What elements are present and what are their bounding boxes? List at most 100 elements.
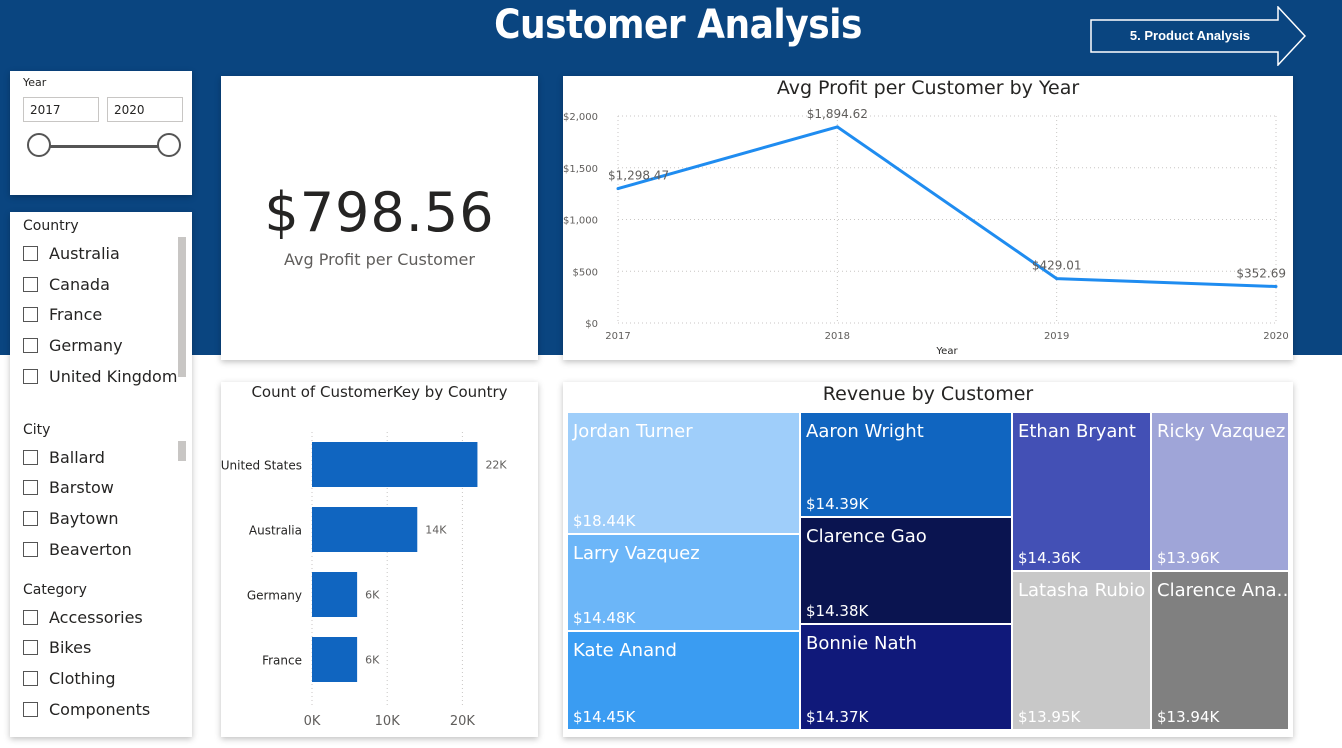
checkbox-icon bbox=[23, 510, 38, 526]
country-slicer-title: Country bbox=[23, 218, 79, 234]
product-analysis-nav-button[interactable]: 5. Product Analysis bbox=[1090, 6, 1306, 66]
city-option[interactable]: Ballard bbox=[23, 446, 105, 468]
data-label: $1,894.62 bbox=[807, 107, 868, 121]
treemap-tile-name: Latasha Rubio bbox=[1018, 580, 1146, 601]
category-slicer-title: Category bbox=[23, 582, 87, 598]
category-label: Germany bbox=[247, 589, 302, 603]
kpi-label: Avg Profit per Customer bbox=[284, 250, 475, 269]
treemap-title: Revenue by Customer bbox=[822, 383, 1034, 405]
x-tick-label: 10K bbox=[375, 714, 401, 729]
treemap-tile[interactable]: Jordan Turner $18.44K bbox=[567, 412, 800, 534]
page-title: Customer Analysis bbox=[494, 2, 862, 48]
nav-button-label: 5. Product Analysis bbox=[1129, 28, 1251, 43]
x-tick-label: 0K bbox=[304, 714, 321, 729]
checkbox-icon bbox=[23, 245, 38, 261]
country-option[interactable]: Germany bbox=[23, 334, 123, 356]
country-option[interactable]: Canada bbox=[23, 273, 110, 295]
treemap-tile[interactable]: Kate Anand $14.45K bbox=[567, 631, 800, 730]
checkbox-icon bbox=[23, 670, 38, 686]
treemap-tile-name: Ethan Bryant bbox=[1018, 421, 1136, 442]
treemap-tile[interactable]: Latasha Rubio $13.95K bbox=[1012, 571, 1151, 730]
treemap-tile-value: $14.37K bbox=[806, 708, 869, 726]
year-end-input[interactable]: 2020 bbox=[107, 97, 183, 122]
x-axis-title: Year bbox=[935, 346, 958, 357]
treemap-tile[interactable]: Ricky Vazquez $13.96K bbox=[1151, 412, 1289, 571]
category-label: France bbox=[262, 654, 302, 668]
treemap-tile-name: Aaron Wright bbox=[806, 421, 924, 442]
treemap-tile[interactable]: Ethan Bryant $14.36K bbox=[1012, 412, 1151, 571]
treemap-tile-value: $13.95K bbox=[1018, 708, 1081, 726]
data-label: $429.01 bbox=[1032, 259, 1082, 273]
treemap-tile[interactable]: Clarence Ana… $13.94K bbox=[1151, 571, 1289, 730]
bar bbox=[312, 637, 358, 682]
treemap-tile[interactable]: Aaron Wright $14.39K bbox=[800, 412, 1012, 517]
year-slicer-label: Year bbox=[23, 76, 47, 89]
y-tick-label: $500 bbox=[573, 267, 598, 278]
y-tick-label: $0 bbox=[585, 319, 598, 330]
category-option[interactable]: Accessories bbox=[23, 606, 143, 628]
treemap-tile-value: $18.44K bbox=[573, 512, 636, 530]
x-tick-label: 2017 bbox=[605, 331, 630, 342]
city-option[interactable]: Beaverton bbox=[23, 538, 132, 560]
country-option[interactable]: Australia bbox=[23, 242, 120, 264]
checkbox-icon bbox=[23, 479, 38, 495]
bar bbox=[312, 442, 478, 487]
line-chart-card: Avg Profit per Customer by Year $0 $500 $1… bbox=[563, 76, 1293, 360]
category-option[interactable]: Clothing bbox=[23, 667, 116, 689]
data-point bbox=[835, 125, 839, 129]
checkbox-icon bbox=[23, 306, 38, 322]
category-option[interactable]: Components bbox=[23, 698, 150, 720]
year-start-input[interactable]: 2017 bbox=[23, 97, 99, 122]
treemap-tile-value: $13.96K bbox=[1157, 549, 1220, 567]
category-label: Australia bbox=[249, 524, 302, 538]
kpi-card: $798.56 Avg Profit per Customer bbox=[221, 76, 538, 360]
checkbox-icon bbox=[23, 449, 38, 465]
data-label: 6K bbox=[365, 589, 380, 602]
y-tick-label: $2,000 bbox=[563, 112, 598, 123]
checkbox-icon bbox=[23, 639, 38, 655]
city-option[interactable]: Barstow bbox=[23, 476, 114, 498]
y-tick-label: $1,500 bbox=[563, 164, 598, 175]
x-tick-label: 2018 bbox=[825, 331, 850, 342]
data-label: $352.69 bbox=[1236, 266, 1286, 280]
treemap-tile-value: $13.94K bbox=[1157, 708, 1220, 726]
checkbox-icon bbox=[23, 541, 38, 557]
year-slicer: Year 2017 2020 bbox=[10, 71, 192, 195]
treemap-tile-name: Kate Anand bbox=[573, 640, 677, 661]
treemap-tile[interactable]: Bonnie Nath $14.37K bbox=[800, 624, 1012, 730]
data-point bbox=[616, 187, 620, 191]
checkbox-icon bbox=[23, 276, 38, 292]
series-line bbox=[617, 125, 1277, 288]
country-option[interactable]: United Kingdom bbox=[23, 365, 177, 387]
year-slider-end-handle[interactable] bbox=[157, 133, 181, 157]
treemap-tile[interactable]: Clarence Gao $14.38K bbox=[800, 517, 1012, 624]
checkbox-icon bbox=[23, 368, 38, 384]
bar-chart[interactable]: 0K 10K 20K United States 22K Australia 14K Germ… bbox=[221, 382, 538, 737]
data-label: $1,298.47 bbox=[608, 169, 669, 183]
x-tick-label: 2019 bbox=[1044, 331, 1069, 342]
treemap-tile-value: $14.38K bbox=[806, 602, 869, 620]
y-tick-label: $1,000 bbox=[563, 216, 598, 227]
data-label: 14K bbox=[425, 524, 447, 537]
year-slider-start-handle[interactable] bbox=[27, 133, 51, 157]
treemap-tile-value: $14.39K bbox=[806, 495, 869, 513]
year-slider-track[interactable] bbox=[38, 145, 172, 148]
category-label: United States bbox=[221, 459, 302, 473]
treemap-tile[interactable]: Larry Vazquez $14.48K bbox=[567, 534, 800, 631]
category-option[interactable]: Bikes bbox=[23, 636, 91, 658]
city-scrollbar[interactable] bbox=[178, 441, 186, 461]
city-option[interactable]: Baytown bbox=[23, 507, 119, 529]
kpi-value: $798.56 bbox=[264, 181, 495, 244]
checkbox-icon bbox=[23, 701, 38, 717]
treemap-tile-value: $14.45K bbox=[573, 708, 636, 726]
x-tick-label: 2020 bbox=[1263, 331, 1288, 342]
country-scrollbar[interactable] bbox=[178, 237, 186, 377]
bar bbox=[312, 572, 358, 617]
treemap-card: Revenue by Customer Jordan Turner $18.44K… bbox=[563, 382, 1293, 737]
line-chart[interactable]: $0 $500 $1,000 $1,500 $2,000 2017 2018 2019 2020… bbox=[563, 76, 1293, 360]
country-option[interactable]: France bbox=[23, 303, 102, 325]
treemap[interactable]: Jordan Turner $18.44K Larry Vazquez $14.48K… bbox=[567, 412, 1289, 730]
filter-panel: Country Australia Canada France Germany … bbox=[10, 212, 192, 737]
treemap-tile-value: $14.36K bbox=[1018, 549, 1081, 567]
city-slicer-title: City bbox=[23, 422, 51, 438]
